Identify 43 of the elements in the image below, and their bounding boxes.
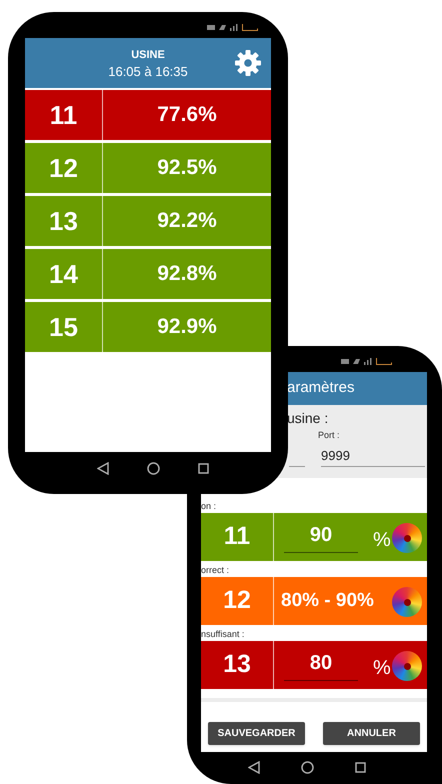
notification-icon	[341, 358, 349, 364]
back-icon[interactable]	[97, 462, 109, 474]
level-label: on :	[201, 500, 218, 513]
level-number: 12	[201, 577, 274, 625]
header-title: USINE	[131, 48, 165, 62]
port-label: Port :	[318, 429, 340, 442]
color-wheel-icon[interactable]	[392, 651, 422, 681]
efficiency-value: 77.6%	[103, 90, 271, 140]
efficiency-value: 92.5%	[103, 143, 271, 193]
battery-icon	[242, 24, 258, 30]
header-time-range: 16:05 à 16:35	[108, 62, 188, 80]
back-icon[interactable]	[248, 760, 260, 774]
percent-unit: %	[373, 528, 391, 553]
color-wheel-icon[interactable]	[392, 587, 422, 617]
level-number: 11	[201, 513, 274, 561]
port-input-field[interactable]: 9999	[321, 446, 425, 467]
signal-icon	[364, 358, 372, 364]
signal-icon	[230, 24, 238, 30]
level-label: orrect :	[201, 564, 230, 577]
line-number: 13	[25, 196, 103, 246]
efficiency-value: 92.9%	[103, 302, 271, 352]
efficiency-value: 92.8%	[103, 249, 271, 299]
home-icon[interactable]	[147, 462, 160, 474]
section-label: usine :	[287, 409, 328, 428]
threshold-input-field[interactable]: 80	[284, 649, 358, 681]
battery-icon	[376, 358, 392, 364]
home-icon[interactable]	[300, 760, 314, 774]
notification-icon	[207, 24, 215, 30]
color-wheel-icon[interactable]	[392, 523, 422, 553]
threshold-range: 80% - 90%	[281, 588, 374, 613]
level-number: 13	[201, 641, 274, 689]
line-number: 14	[25, 249, 103, 299]
screen-title: aramètres	[287, 378, 355, 398]
action-button[interactable]: SAUVEGARDER	[208, 722, 305, 745]
line-number: 12	[25, 143, 103, 193]
action-button[interactable]: ANNULER	[323, 722, 420, 745]
recents-icon[interactable]	[198, 462, 209, 474]
percent-unit: %	[373, 656, 391, 681]
level-label: nsuffisant :	[201, 628, 246, 641]
efficiency-value: 92.2%	[103, 196, 271, 246]
recents-icon[interactable]	[355, 762, 366, 772]
line-number: 15	[25, 302, 103, 352]
line-number: 11	[25, 90, 103, 140]
